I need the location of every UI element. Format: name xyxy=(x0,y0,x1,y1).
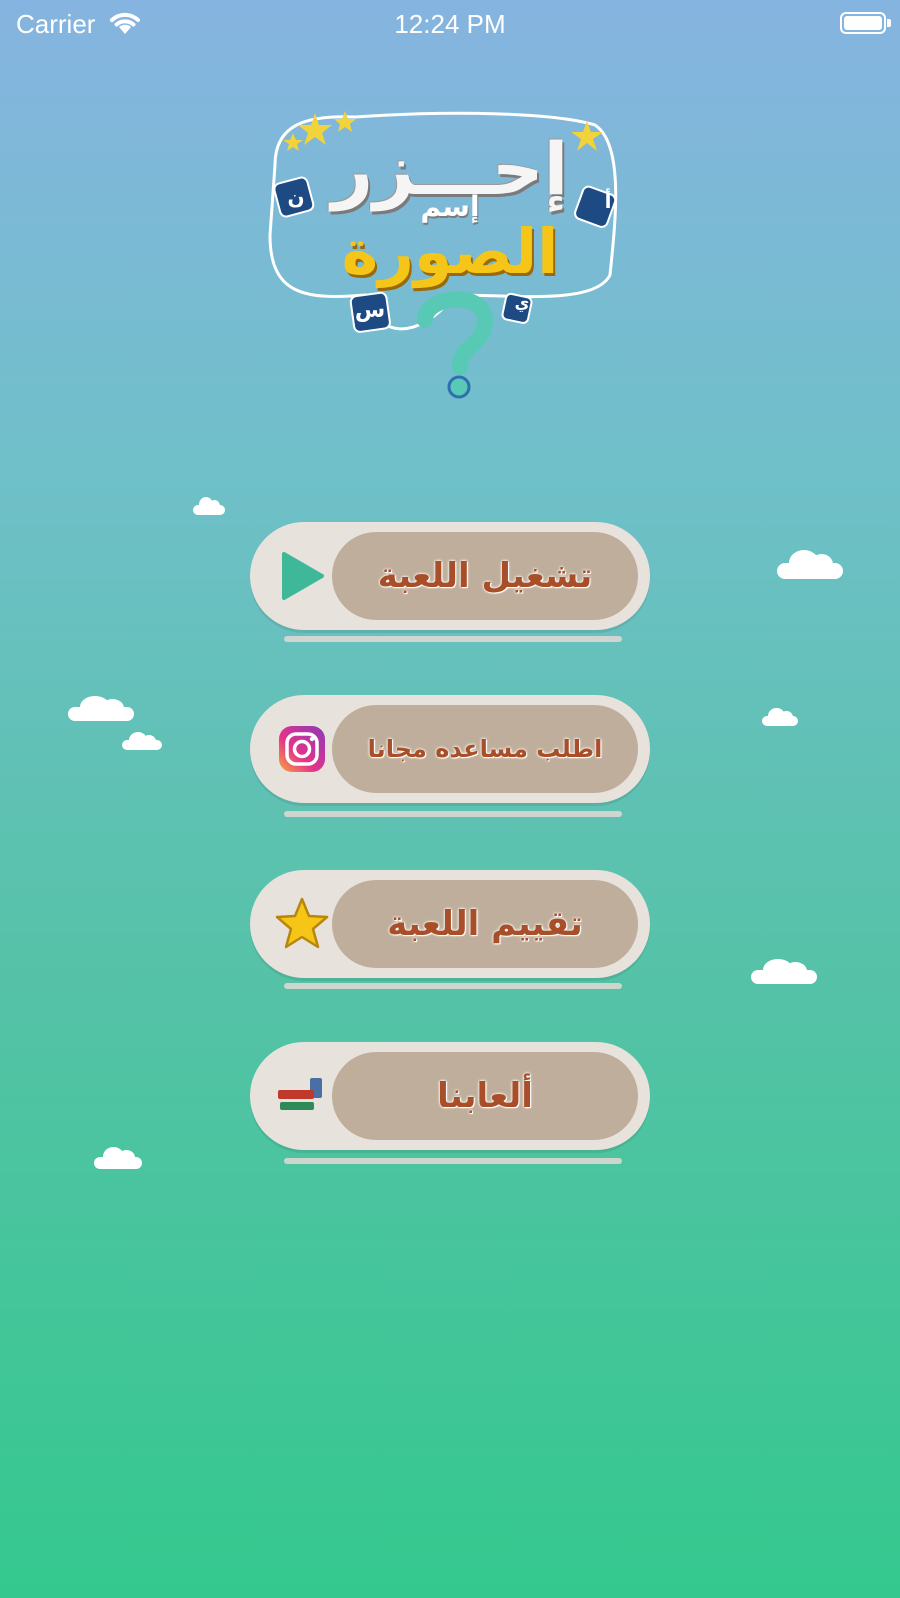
logo-title-line3: الصورة xyxy=(341,215,559,288)
status-bar: Carrier 12:24 PM xyxy=(0,0,900,48)
our-games-button[interactable]: ألعابنا xyxy=(250,1042,650,1150)
battery-icon xyxy=(840,12,886,34)
cloud-decoration xyxy=(751,958,817,984)
button-underline xyxy=(284,1158,622,1164)
clock: 12:24 PM xyxy=(394,9,506,39)
battery-tip xyxy=(887,19,891,27)
play-icon xyxy=(268,542,336,610)
our-games-label-area: ألعابنا xyxy=(332,1052,638,1140)
game-logo: إحـــزر إسم الصورة ن أ س ي xyxy=(255,105,645,405)
cloud-decoration xyxy=(762,708,798,726)
button-underline xyxy=(284,983,622,989)
instagram-icon xyxy=(268,715,336,783)
rate-game-label: تقييم اللعبة xyxy=(387,904,583,944)
cloud-decoration xyxy=(777,550,843,579)
our-games-logo xyxy=(268,1062,336,1130)
our-games-label: ألعابنا xyxy=(437,1076,533,1116)
cloud-decoration xyxy=(94,1147,142,1169)
cloud-decoration xyxy=(68,695,134,721)
cloud-decoration xyxy=(122,732,162,750)
button-underline xyxy=(284,636,622,642)
free-help-button[interactable]: اطلب مساعده مجانا xyxy=(250,695,650,803)
rate-game-button[interactable]: تقييم اللعبة xyxy=(250,870,650,978)
play-game-label-area: تشغيل اللعبة xyxy=(332,532,638,620)
free-help-label: اطلب مساعده مجانا xyxy=(367,735,603,763)
rate-game-label-area: تقييم اللعبة xyxy=(332,880,638,968)
button-underline xyxy=(284,811,622,817)
star-icon xyxy=(268,890,336,958)
letter-tile: أ xyxy=(604,189,612,213)
play-game-button[interactable]: تشغيل اللعبة xyxy=(250,522,650,630)
free-help-label-area: اطلب مساعده مجانا xyxy=(332,705,638,793)
letter-tile: ي xyxy=(514,293,530,312)
play-game-label: تشغيل اللعبة xyxy=(377,556,593,596)
cloud-decoration xyxy=(193,497,225,515)
letter-tile: س xyxy=(354,298,386,323)
letter-tile: ن xyxy=(287,185,305,209)
